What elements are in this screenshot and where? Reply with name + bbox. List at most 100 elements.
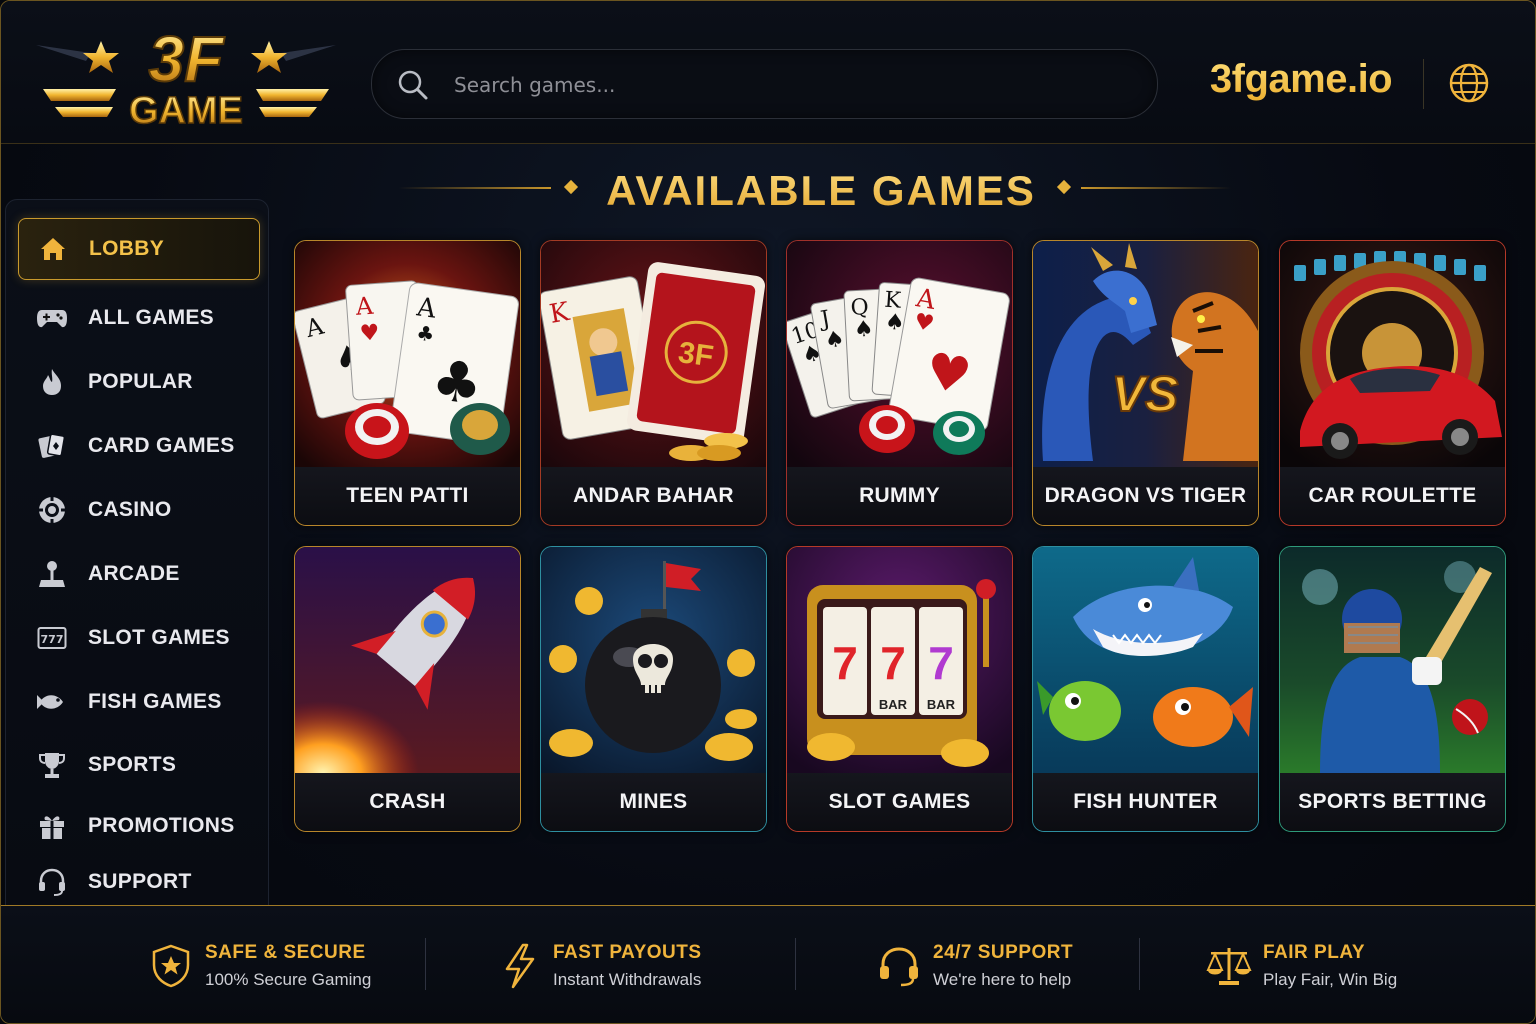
rummy-art: 10♠ J♠ Q♠ K♠ A♥♥ xyxy=(787,241,1012,467)
car-roulette-art xyxy=(1280,241,1505,467)
sidebar-item-arcade[interactable]: ARCADE xyxy=(18,544,258,604)
sidebar-item-lobby[interactable]: LOBBY xyxy=(18,218,260,280)
sidebar-item-card-games[interactable]: CARD GAMES xyxy=(18,416,258,476)
gamepad-icon xyxy=(34,300,70,336)
trophy-icon xyxy=(34,747,70,783)
svg-text:BAR: BAR xyxy=(879,697,908,712)
headset-icon xyxy=(875,942,923,990)
svg-text:7: 7 xyxy=(928,637,954,689)
sidebar-item-label: ARCADE xyxy=(88,562,180,585)
feature-title: FAST PAYOUTS xyxy=(553,942,702,963)
svg-text:♣: ♣ xyxy=(415,320,436,346)
feature-fair-play: FAIR PLAY Play Fair, Win Big xyxy=(1205,936,1397,996)
game-card-title: MINES xyxy=(541,773,766,831)
flame-icon xyxy=(34,364,70,400)
game-card-title: SPORTS BETTING xyxy=(1280,773,1505,831)
sidebar-item-fish-games[interactable]: FISH GAMES xyxy=(18,672,258,732)
sidebar-item-label: CASINO xyxy=(88,498,172,521)
game-card-title: ANDAR BAHAR xyxy=(541,467,766,525)
feature-safe-secure: SAFE & SECURE 100% Secure Gaming xyxy=(147,936,371,996)
header: 3F GAME 3fgame.io xyxy=(1,1,1535,144)
game-card-sports-betting[interactable]: SPORTS BETTING xyxy=(1279,546,1506,832)
footer-divider xyxy=(1139,938,1140,990)
mines-art xyxy=(541,547,766,773)
title-ornament-right xyxy=(1081,187,1231,189)
fish-hunter-art xyxy=(1033,547,1258,773)
lightning-icon xyxy=(495,942,543,990)
sidebar-item-label: LOBBY xyxy=(89,237,164,260)
shield-star-icon xyxy=(147,942,195,990)
game-card-mines[interactable]: MINES xyxy=(540,546,767,832)
section-title: AVAILABLE GAMES xyxy=(421,161,1221,221)
sidebar-item-label: SLOT GAMES xyxy=(88,626,230,649)
svg-text:7: 7 xyxy=(832,637,858,689)
feature-title: 24/7 SUPPORT xyxy=(933,942,1074,963)
game-card-dragon-vs-tiger[interactable]: VS DRAGON VS TIGER xyxy=(1032,240,1259,526)
game-card-teen-patti[interactable]: A ♠ A ♥ A ♣ ♣ TEEN PATTI xyxy=(294,240,521,526)
sidebar-item-promotions[interactable]: PROMOTIONS xyxy=(18,796,258,856)
game-card-title: RUMMY xyxy=(787,467,1012,525)
andar-bahar-art: K 3F xyxy=(541,241,766,467)
game-card-crash[interactable]: CRASH xyxy=(294,546,521,832)
footer-divider xyxy=(425,938,426,990)
globe-icon[interactable] xyxy=(1447,61,1491,105)
sidebar-item-label: PROMOTIONS xyxy=(88,814,235,837)
fish-icon xyxy=(34,684,70,720)
app-frame: 3F GAME 3fgame.io xyxy=(0,0,1536,1024)
game-card-title: CRASH xyxy=(295,773,520,831)
sidebar-item-slot-games[interactable]: 777 SLOT GAMES xyxy=(18,608,258,668)
brand-logo[interactable]: 3F GAME xyxy=(31,23,341,133)
svg-text:♥: ♥ xyxy=(359,320,380,346)
home-icon xyxy=(35,231,71,267)
footer-features: SAFE & SECURE 100% Secure Gaming FAST PA… xyxy=(1,905,1535,1023)
crash-art xyxy=(295,547,520,773)
sidebar-item-label: SUPPORT xyxy=(88,870,192,893)
game-card-title: CAR ROULETTE xyxy=(1280,467,1505,525)
feature-subtitle: Instant Withdrawals xyxy=(553,970,702,989)
svg-text:3F: 3F xyxy=(676,336,715,374)
cards-icon xyxy=(34,428,70,464)
feature-subtitle: We're here to help xyxy=(933,970,1072,989)
slot-777-icon: 777 xyxy=(34,620,70,656)
search-input[interactable] xyxy=(452,64,1136,106)
svg-text:7: 7 xyxy=(880,637,906,689)
svg-text:A: A xyxy=(354,292,375,321)
feature-title: SAFE & SECURE xyxy=(205,942,366,963)
game-card-title: SLOT GAMES xyxy=(787,773,1012,831)
svg-text:♠: ♠ xyxy=(853,317,874,343)
slot-machine-art: 7 7 7 BAR BAR xyxy=(787,547,1012,773)
search-bar[interactable] xyxy=(371,49,1158,119)
joystick-icon xyxy=(34,556,70,592)
svg-text:777: 777 xyxy=(41,633,64,646)
game-card-rummy[interactable]: 10 ♠ J ♠ Q ♠ K ♠ A ♥ ♥ RUMMY xyxy=(786,240,1013,526)
svg-text:BAR: BAR xyxy=(927,697,956,712)
logo-3f-text: 3F xyxy=(149,23,226,95)
sidebar-item-label: ALL GAMES xyxy=(88,306,214,329)
sidebar-item-popular[interactable]: POPULAR xyxy=(18,352,258,412)
sidebar-item-all-games[interactable]: ALL GAMES xyxy=(18,288,258,348)
sidebar-item-label: FISH GAMES xyxy=(88,690,222,713)
dragon-tiger-art: VS xyxy=(1033,241,1258,467)
svg-text:VS: VS xyxy=(1112,366,1179,422)
sidebar-item-sports[interactable]: SPORTS xyxy=(18,735,258,795)
game-card-title: FISH HUNTER xyxy=(1033,773,1258,831)
game-card-title: DRAGON VS TIGER xyxy=(1033,467,1258,525)
game-card-fish-hunter[interactable]: FISH HUNTER xyxy=(1032,546,1259,832)
casino-chip-icon xyxy=(34,492,70,528)
game-card-slot-games[interactable]: 7 7 7 BAR BAR SLOT GAMES xyxy=(786,546,1013,832)
feature-subtitle: Play Fair, Win Big xyxy=(1263,970,1398,989)
header-divider xyxy=(1423,59,1424,109)
game-card-andar-bahar[interactable]: K 3F ANDAR BAHAR xyxy=(540,240,767,526)
sidebar-item-casino[interactable]: CASINO xyxy=(18,480,258,540)
sidebar-item-label: POPULAR xyxy=(88,370,193,393)
feature-24-7-support: 24/7 SUPPORT We're here to help xyxy=(875,936,1073,996)
sidebar-item-support[interactable]: SUPPORT xyxy=(18,852,258,912)
gift-icon xyxy=(34,808,70,844)
game-card-car-roulette[interactable]: CAR ROULETTE xyxy=(1279,240,1506,526)
sidebar-item-label: SPORTS xyxy=(88,753,177,776)
logo-game-text: GAME xyxy=(129,90,243,132)
sports-betting-art xyxy=(1280,547,1505,773)
headset-icon xyxy=(34,864,70,900)
site-domain[interactable]: 3fgame.io xyxy=(1181,57,1421,113)
feature-title: FAIR PLAY xyxy=(1263,942,1365,963)
